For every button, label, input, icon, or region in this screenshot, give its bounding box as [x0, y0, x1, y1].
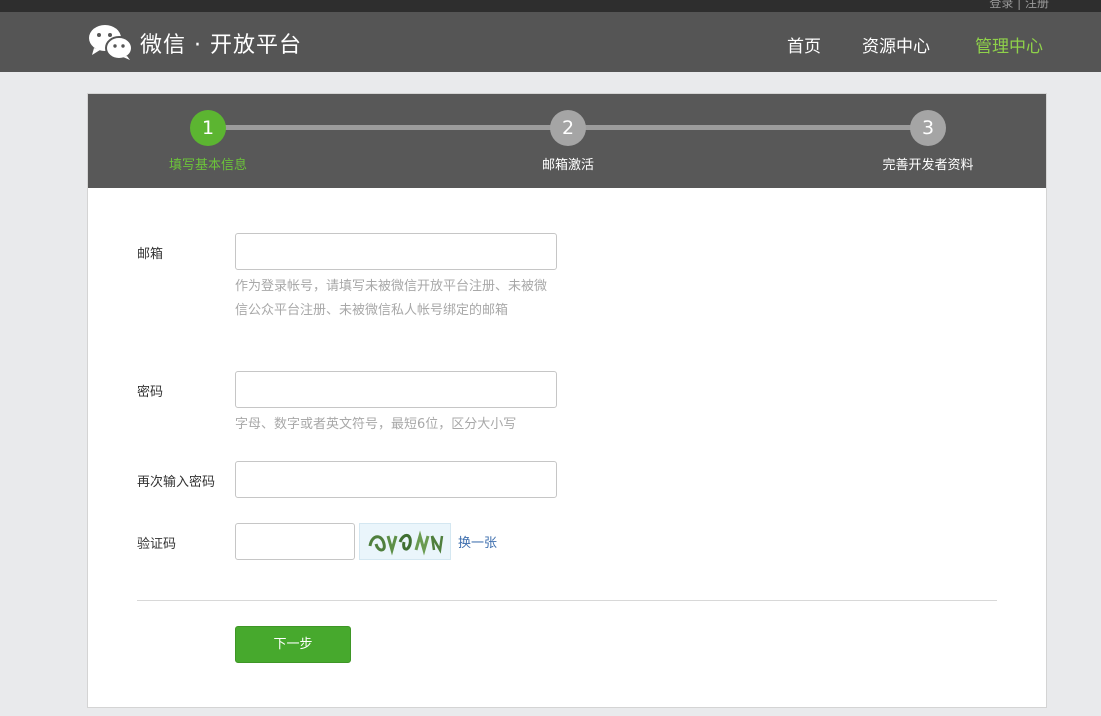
step-progress: 1 2 3 填写基本信息 邮箱激活 完善开发者资料 [88, 94, 1046, 188]
step-2-label: 邮箱激活 [541, 158, 595, 173]
nav-management-center[interactable]: 管理中心 [975, 32, 1043, 57]
nav-home[interactable]: 首页 [787, 32, 821, 57]
refresh-captcha-link[interactable]: 换一张 [458, 532, 497, 551]
captcha-image[interactable] [359, 523, 451, 560]
password-label: 密码 [137, 385, 164, 400]
next-step-button[interactable]: 下一步 [235, 626, 351, 663]
captcha-glyphs [368, 530, 444, 556]
confirm-password-field[interactable] [235, 461, 557, 498]
top-strip: 登录 | 注册 [0, 0, 1101, 12]
nav-resource-center[interactable]: 资源中心 [862, 32, 930, 57]
logo-text[interactable]: 微信 · 开放平台 [140, 27, 302, 59]
captcha-field[interactable] [235, 523, 355, 560]
step-3-circle: 3 [910, 110, 946, 146]
email-field[interactable] [235, 233, 557, 270]
step-1-circle: 1 [190, 110, 226, 146]
email-label: 邮箱 [137, 247, 164, 262]
step-3-label: 完善开发者资料 [882, 158, 974, 173]
captcha-label: 验证码 [137, 537, 177, 552]
confirm-password-label: 再次输入密码 [137, 475, 216, 490]
registration-card: 1 2 3 填写基本信息 邮箱激活 完善开发者资料 邮箱 作为登录帐号，请填写未… [87, 93, 1047, 708]
password-hint: 字母、数字或者英文符号，最短6位，区分大小写 [235, 417, 517, 432]
top-strip-links[interactable]: 登录 | 注册 [989, 0, 1049, 11]
site-header: 微信 · 开放平台 首页 资源中心 管理中心 [0, 12, 1101, 72]
wechat-logo-icon [89, 25, 133, 60]
form-divider [137, 600, 997, 601]
password-field[interactable] [235, 371, 557, 408]
email-hint: 作为登录帐号，请填写未被微信开放平台注册、未被微信公众平台注册、未被微信私人帐号… [235, 279, 548, 318]
step-2-circle: 2 [550, 110, 586, 146]
step-1-label: 填写基本信息 [168, 158, 248, 173]
